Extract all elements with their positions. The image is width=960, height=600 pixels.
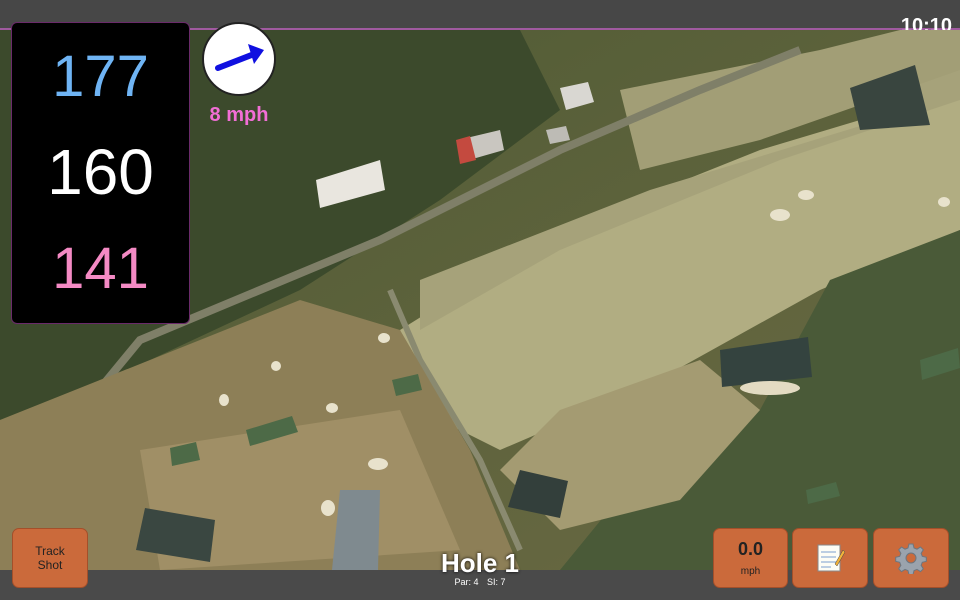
wind-indicator [202,22,276,96]
wind-speed-label: 8 mph [209,104,269,126]
hole-stroke-index: SI: 7 [487,577,506,587]
speed-unit: mph [740,566,761,577]
track-shot-button[interactable]: Track Shot [12,528,88,588]
hole-info: Par: 4 SI: 7 [380,577,580,587]
distance-panel: 177 160 141 [11,22,190,324]
notepad-icon [817,544,845,572]
distance-back: 177 [52,44,149,109]
distance-front: 141 [52,236,149,301]
track-shot-label-line1: Track [35,544,65,558]
settings-button[interactable] [873,528,949,588]
speed-value: 0.0 [737,539,764,559]
speed-button[interactable]: 0.0 mph [713,528,788,588]
track-shot-label-line2: Shot [37,558,63,572]
notes-button[interactable] [792,528,868,588]
hole-title: Hole 1 [440,548,520,578]
wind-arrow-icon [215,44,264,71]
distance-middle: 160 [47,136,154,208]
hole-par: Par: 4 [454,577,479,587]
gear-icon [895,543,927,574]
